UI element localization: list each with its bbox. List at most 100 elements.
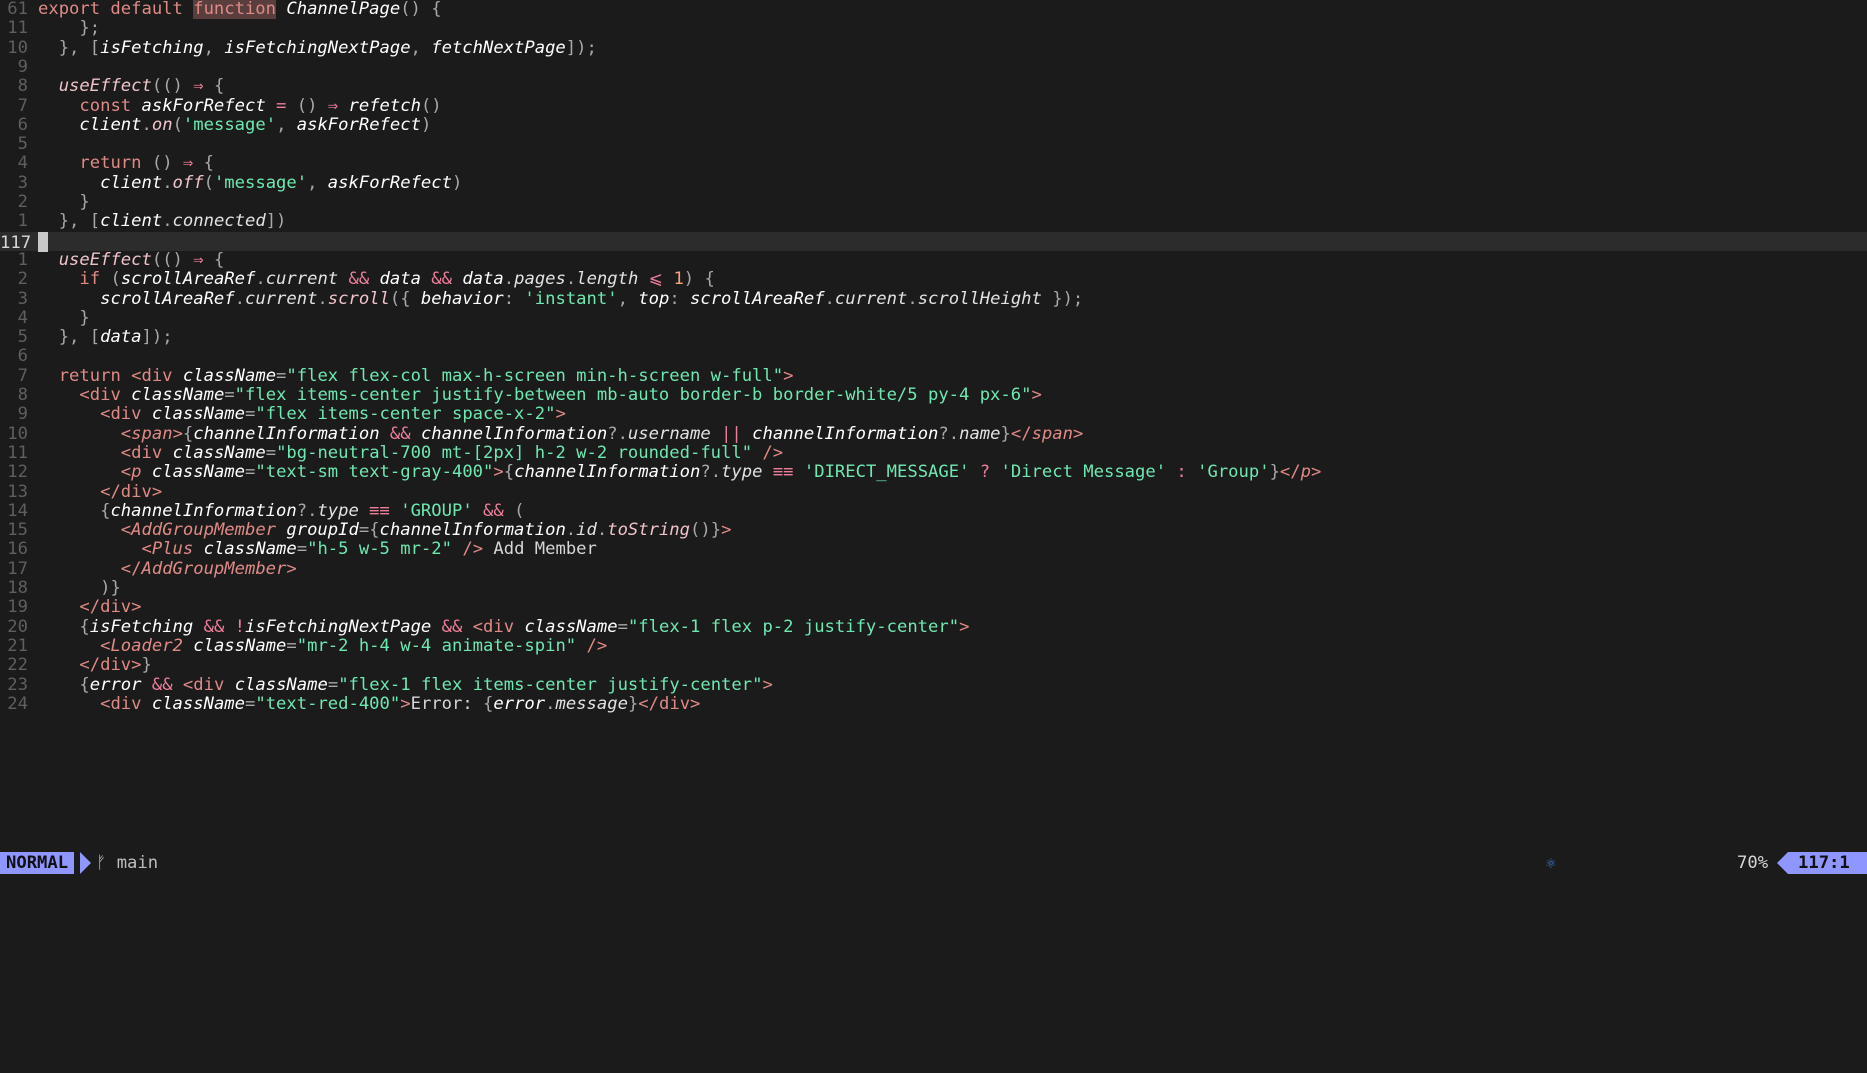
code-token: = bbox=[296, 539, 308, 560]
code-token: { bbox=[503, 462, 515, 483]
code-line[interactable]: 9 bbox=[0, 57, 1867, 77]
code-line[interactable]: 19 </div> bbox=[0, 597, 1867, 617]
code-token: . bbox=[565, 520, 577, 541]
line-code: scrollAreaRef.current.scroll({ behavior:… bbox=[38, 288, 1083, 309]
code-token: channelInformation bbox=[379, 520, 566, 541]
code-token: )} bbox=[100, 578, 121, 598]
code-line[interactable]: 8 useEffect(() ⇒ { bbox=[0, 76, 1867, 96]
line-code: </div>} bbox=[38, 655, 151, 676]
code-token: ) bbox=[420, 114, 432, 135]
git-branch-icon: ᚠ bbox=[96, 853, 107, 873]
code-line[interactable]: 16 <Plus className="h-5 w-5 mr-2" /> Add… bbox=[0, 539, 1867, 560]
line-code: } bbox=[38, 308, 89, 328]
code-line[interactable]: 5 }, [data]); bbox=[0, 327, 1867, 347]
code-token: client bbox=[79, 114, 142, 135]
code-line[interactable]: 6 client.on('message', askForRefect) bbox=[0, 114, 1867, 135]
code-token: . bbox=[162, 211, 173, 232]
line-number: 2 bbox=[17, 269, 28, 290]
code-token: = bbox=[327, 674, 339, 695]
code-token: (() bbox=[151, 249, 194, 270]
code-token: () bbox=[420, 95, 442, 116]
code-token: </ bbox=[1010, 423, 1032, 444]
code-token: . bbox=[317, 288, 328, 309]
code-line[interactable]: 21 <Loader2 className="mr-2 h-4 w-4 anim… bbox=[0, 635, 1867, 656]
line-number: 15 bbox=[7, 520, 28, 541]
code-line[interactable]: 1 useEffect(() ⇒ { bbox=[0, 249, 1867, 270]
code-token: </ bbox=[120, 558, 142, 579]
code-token: , bbox=[617, 288, 639, 309]
code-editor[interactable]: 61 export default function ChannelPage() … bbox=[0, 0, 1867, 840]
code-line[interactable]: 2 } bbox=[0, 192, 1867, 212]
code-line[interactable]: 11 <div className="bg-neutral-700 mt-[2p… bbox=[0, 442, 1867, 463]
code-token: Add Member bbox=[483, 539, 597, 560]
code-line[interactable]: 4 } bbox=[0, 308, 1867, 328]
mode-indicator: NORMAL bbox=[0, 852, 75, 874]
code-token: error bbox=[89, 674, 142, 695]
code-line[interactable]: 10 }, [isFetching, isFetchingNextPage, f… bbox=[0, 37, 1867, 58]
code-token: > bbox=[959, 616, 970, 637]
code-line[interactable]: 6 bbox=[0, 347, 1867, 367]
code-line[interactable]: 11 }; bbox=[0, 18, 1867, 38]
code-line[interactable]: 7 const askForRefect = () ⇒ refetch() bbox=[0, 95, 1867, 116]
code-line[interactable]: 15 <AddGroupMember groupId={channelInfor… bbox=[0, 520, 1867, 541]
code-line[interactable]: 22 </div>} bbox=[0, 655, 1867, 676]
code-token: "flex-1 flex p-2 justify-center" bbox=[627, 616, 960, 637]
code-line[interactable]: 23 {error && <div className="flex-1 flex… bbox=[0, 674, 1867, 695]
code-line[interactable]: 7 return <div className="flex flex-col m… bbox=[0, 366, 1867, 386]
code-token: </div> bbox=[79, 655, 142, 676]
code-token: "h-5 w-5 mr-2" bbox=[307, 539, 452, 560]
code-line[interactable]: 9 <div className="flex items-center spac… bbox=[0, 404, 1867, 424]
code-token: fetchNextPage bbox=[431, 37, 566, 58]
current-code-line[interactable]: 117 bbox=[0, 231, 1867, 252]
code-line[interactable]: 18 )} bbox=[0, 578, 1867, 598]
code-line[interactable]: 2 if (scrollAreaRef.current && data && d… bbox=[0, 269, 1867, 290]
code-token: } bbox=[627, 693, 639, 714]
code-line[interactable]: 3 client.off('message', askForRefect) bbox=[0, 173, 1867, 193]
git-branch[interactable]: ᚠ main bbox=[96, 849, 158, 877]
code-line[interactable]: 4 return () ⇒ { bbox=[0, 153, 1867, 174]
code-line[interactable]: 61 export default function ChannelPage() … bbox=[0, 0, 1867, 19]
code-token: /> bbox=[762, 442, 784, 463]
code-token: { bbox=[79, 616, 90, 637]
code-token: if bbox=[79, 269, 111, 290]
code-token: . bbox=[565, 269, 577, 290]
code-token: channelInformation bbox=[752, 423, 939, 444]
code-token: isFetching bbox=[100, 37, 204, 58]
code-line[interactable]: 3 scrollAreaRef.current.scroll({ behavio… bbox=[0, 288, 1867, 309]
code-line[interactable]: 5 bbox=[0, 134, 1867, 154]
line-number: 2 bbox=[17, 192, 28, 212]
code-token: p bbox=[131, 462, 142, 483]
code-token: . bbox=[255, 269, 266, 290]
line-number: 4 bbox=[17, 153, 28, 174]
code-line[interactable]: 13 </div> bbox=[0, 482, 1867, 502]
code-line[interactable]: 24 <div className="text-red-400">Error: … bbox=[0, 693, 1867, 714]
code-line[interactable]: 17 </AddGroupMember> bbox=[0, 558, 1867, 579]
code-token: groupId bbox=[286, 520, 359, 541]
code-token: . bbox=[545, 693, 556, 714]
code-line[interactable]: 10 <span>{channelInformation && channelI… bbox=[0, 423, 1867, 444]
code-token: { bbox=[203, 249, 225, 270]
code-token: length bbox=[576, 269, 639, 290]
code-line[interactable]: 14 {channelInformation?.type ≡≡ 'GROUP' … bbox=[0, 500, 1867, 521]
code-line[interactable]: 1 }, [client.connected]) bbox=[0, 211, 1867, 232]
code-token: 'GROUP' bbox=[400, 500, 473, 521]
line-code: <div className="text-red-400">Error: {er… bbox=[38, 693, 700, 714]
line-number: 21 bbox=[7, 635, 28, 656]
code-line[interactable]: 20 {isFetching && !isFetchingNextPage &&… bbox=[0, 616, 1867, 637]
code-token: AddGroupMember bbox=[141, 558, 287, 579]
code-token: span bbox=[131, 423, 173, 444]
line-code: )} bbox=[38, 578, 121, 598]
line-number: 17 bbox=[7, 558, 28, 579]
code-line[interactable]: 8 <div className="flex items-center just… bbox=[0, 385, 1867, 405]
code-token: span bbox=[1031, 423, 1073, 444]
code-token: toString bbox=[607, 520, 691, 541]
code-line[interactable]: 12 <p className="text-sm text-gray-400">… bbox=[0, 462, 1867, 483]
code-token: ≡≡ bbox=[358, 500, 401, 521]
